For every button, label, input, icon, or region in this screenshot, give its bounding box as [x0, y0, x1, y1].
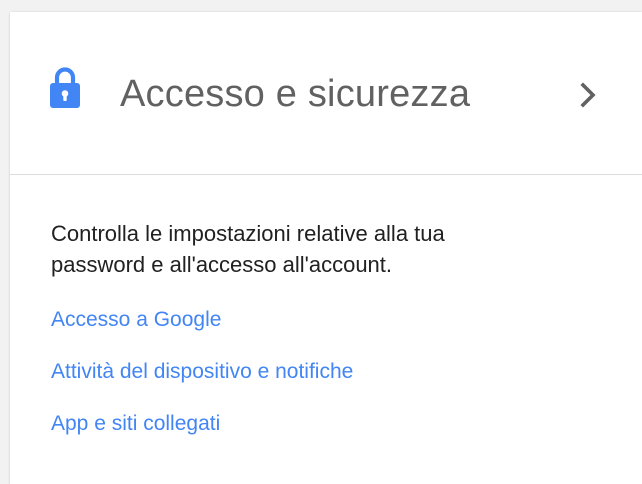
card-description: Controlla le impostazioni relative alla …: [51, 218, 611, 280]
card-header[interactable]: Accesso e sicurezza: [10, 12, 642, 175]
description-line-1: Controlla le impostazioni relative alla …: [51, 221, 445, 246]
security-card: Accesso e sicurezza Controlla le imposta…: [10, 12, 642, 484]
link-accesso-google[interactable]: Accesso a Google: [51, 307, 611, 333]
link-device-activity[interactable]: Attività del dispositivo e notifiche: [51, 359, 611, 385]
chevron-right-icon[interactable]: [576, 78, 602, 112]
card-body: Controlla le impostazioni relative alla …: [51, 218, 611, 463]
card-title: Accesso e sicurezza: [120, 73, 471, 115]
link-connected-apps[interactable]: App e siti collegati: [51, 411, 611, 437]
lock-icon: [50, 67, 80, 108]
settings-links: Accesso a Google Attività del dispositiv…: [51, 307, 611, 437]
description-line-2: password e all'accesso all'account.: [51, 252, 393, 277]
